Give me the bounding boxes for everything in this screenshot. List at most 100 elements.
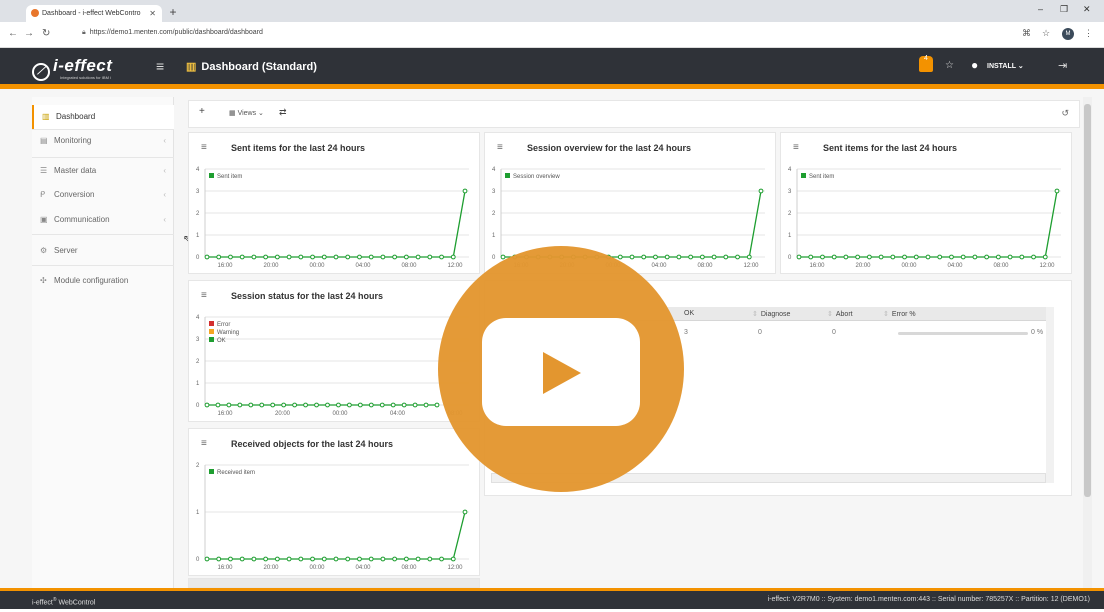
x-tick-label: 20:00 (855, 263, 871, 269)
menu-toggle-icon[interactable]: ≡ (156, 58, 164, 74)
data-point (298, 556, 304, 562)
widget-title: Received objects for the last 24 hours (231, 439, 394, 449)
data-point (676, 254, 682, 260)
data-point (1031, 254, 1036, 260)
translate-icon[interactable]: ⌘ (1022, 28, 1031, 39)
sidebar-item-communication[interactable]: ▣ Communication ‹ (32, 208, 174, 232)
data-point (310, 254, 315, 260)
sidebar-item-dashboard[interactable]: ▥ Dashboard (32, 105, 174, 129)
favorites-star-icon[interactable]: ☆ (945, 60, 954, 71)
chevron-left-icon: ‹ (163, 190, 166, 199)
new-tab-icon[interactable]: + (166, 5, 180, 19)
widget-menu-icon[interactable]: ≡ (201, 142, 207, 153)
widget-header: ≡ Received objects for the last 24 hours (189, 429, 479, 459)
close-window-icon[interactable]: ✕ (1083, 4, 1091, 15)
y-tick-label: 2 (492, 211, 496, 217)
table-cell-ok: 3 (684, 329, 688, 336)
user-menu[interactable]: INSTALL ⌄ (987, 62, 1024, 70)
table-cell-abort: 0 (832, 329, 836, 336)
minimize-icon[interactable]: – (1038, 4, 1043, 14)
data-point (925, 254, 931, 260)
data-point (237, 402, 243, 408)
data-point (357, 556, 362, 562)
x-tick-label: 16:00 (217, 263, 233, 269)
bookmark-star-icon[interactable]: ☆ (1042, 28, 1050, 39)
column-header-ok[interactable]: OK (684, 310, 694, 317)
browser-tab-title: Dashboard - i-effect WebContro (42, 10, 141, 17)
url-text: https://demo1.menten.com/public/dashboar… (89, 29, 263, 36)
x-tick-label: 16:00 (217, 411, 233, 417)
data-point (204, 402, 210, 408)
y-tick-label: 0 (492, 255, 496, 261)
browser-tab[interactable]: Dashboard - i-effect WebContro ✕ (26, 5, 162, 22)
column-header-error-pct[interactable]: ⇕ Error % (883, 310, 916, 318)
column-header-abort[interactable]: ⇕ Abort (827, 310, 853, 318)
y-tick-label: 1 (196, 510, 200, 516)
data-point (450, 556, 456, 562)
y-tick-label: 3 (788, 189, 792, 195)
x-tick-label: 12:00 (743, 263, 759, 269)
data-point (321, 556, 327, 562)
data-point (228, 556, 233, 562)
table-vertical-scrollbar[interactable] (1046, 307, 1054, 483)
sort-icon: ⇕ (752, 311, 758, 318)
data-point (298, 254, 304, 260)
y-tick-label: 3 (492, 189, 496, 195)
column-header-diagnose[interactable]: ⇕ Diagnose (752, 310, 790, 318)
profile-avatar[interactable]: M (1062, 28, 1074, 40)
swap-icon[interactable]: ⇄ (279, 107, 287, 118)
data-point (1042, 254, 1048, 260)
widget-title: Session overview for the last 24 hours (527, 143, 692, 153)
widget-menu-icon[interactable]: ≡ (201, 290, 207, 301)
data-point (204, 556, 210, 562)
x-tick-label: 04:00 (651, 263, 667, 269)
sidebar-item-monitoring[interactable]: ▤ Monitoring ‹ (32, 129, 174, 153)
sidebar-item-conversion[interactable]: ᑭ Conversion ‹ (32, 183, 174, 207)
widget-menu-icon[interactable]: ≡ (497, 142, 503, 153)
x-tick-label: 00:00 (332, 411, 348, 417)
x-tick-label: 08:00 (993, 263, 1009, 269)
widget-menu-icon[interactable]: ≡ (201, 438, 207, 449)
data-point (357, 254, 362, 260)
sidebar-item-master-data[interactable]: ☰ Master data ‹ (32, 159, 174, 183)
data-point (286, 254, 292, 260)
sidebar-item-module-configuration[interactable]: ✣ Module configuration (32, 269, 174, 293)
legend-swatch (209, 337, 214, 342)
close-tab-icon[interactable]: ✕ (149, 5, 156, 22)
x-tick-label: 04:00 (355, 263, 371, 269)
data-point (274, 556, 280, 562)
data-point (292, 402, 298, 408)
add-widget-icon[interactable]: + (199, 106, 205, 117)
legend-label: Sent item (809, 174, 834, 180)
y-tick-label: 4 (196, 315, 200, 321)
address-bar: ← → ↻ 🔒︎ https://demo1.menten.com/public/… (0, 22, 1104, 48)
page-scrollbar-thumb[interactable] (1084, 104, 1091, 497)
sidebar-item-server[interactable]: ⚙ Server (32, 239, 174, 263)
legend-label: OK (217, 338, 226, 344)
table-cell-diagnose: 0 (758, 329, 762, 336)
data-point (239, 254, 245, 260)
forward-icon[interactable]: → (24, 28, 34, 39)
maximize-icon[interactable]: ❐ (1060, 4, 1068, 15)
calendar-icon: ▦ (229, 110, 238, 117)
url-field[interactable]: 🔒︎ https://demo1.menten.com/public/dashbo… (82, 29, 263, 37)
series-line (207, 190, 466, 258)
views-dropdown[interactable]: ▦ Views ⌄ (229, 109, 264, 117)
widget-header: ≡ Sent items for the last 24 hours (189, 133, 479, 163)
legend-label: Error (217, 322, 230, 328)
back-icon[interactable]: ← (8, 28, 18, 39)
reset-icon[interactable]: ↺ (1061, 108, 1069, 119)
data-point (427, 254, 433, 260)
reload-icon[interactable]: ↻ (42, 28, 50, 39)
widget-title: Sent items for the last 24 hours (231, 143, 366, 153)
line-chart: 0123416:0020:0000:0004:0008:00ErrorWarni… (196, 315, 469, 417)
browser-menu-icon[interactable]: ⋮ (1084, 28, 1093, 39)
widget-menu-icon[interactable]: ≡ (793, 142, 799, 153)
data-point (1054, 188, 1060, 194)
data-point (345, 556, 351, 562)
widget-header: ≡ Sent items for the last 24 hours (781, 133, 1071, 163)
logout-icon[interactable]: ⇥ (1058, 59, 1067, 72)
data-point (392, 254, 398, 260)
data-point (462, 509, 468, 515)
error-progress-bar (898, 332, 1028, 335)
